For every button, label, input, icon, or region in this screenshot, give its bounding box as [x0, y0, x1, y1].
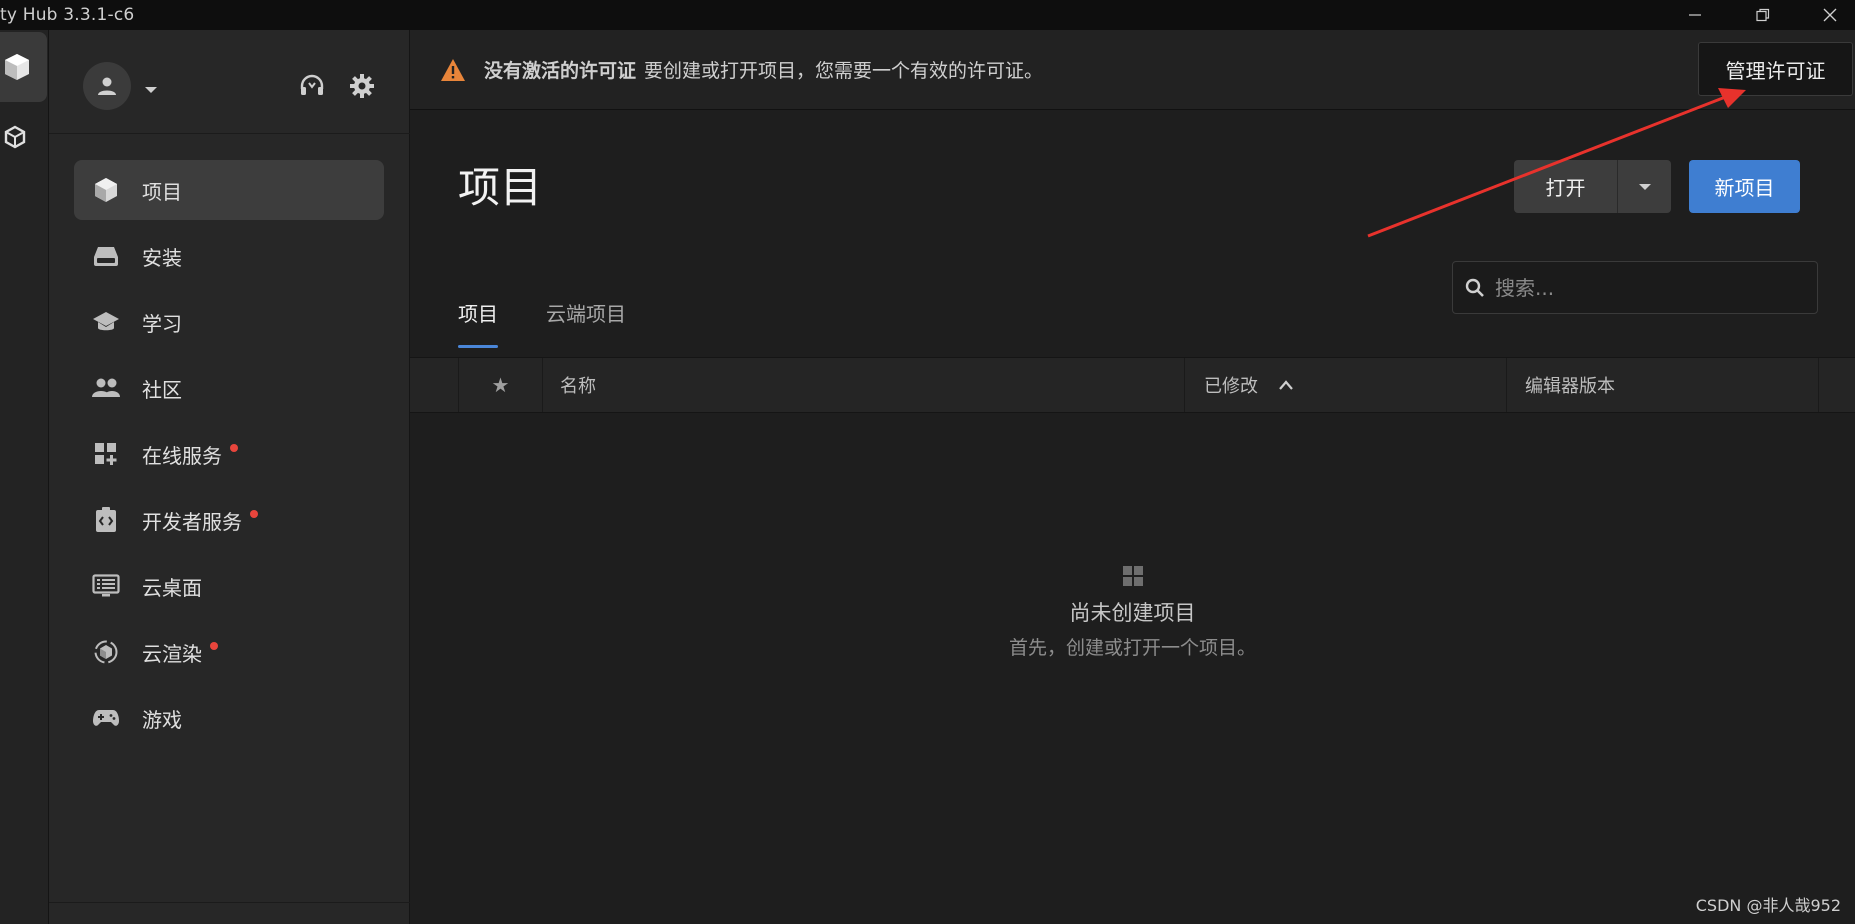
sort-ascending-icon — [1279, 380, 1293, 390]
app-rail — [0, 30, 49, 924]
new-project-button[interactable]: 新项目 — [1689, 160, 1800, 213]
page-title: 项目 — [458, 163, 543, 212]
sidebar-footer — [49, 902, 410, 924]
widgets-add-icon — [92, 440, 120, 468]
favorite-column-header[interactable]: ★ — [459, 358, 543, 412]
close-icon — [1823, 8, 1837, 22]
grid-icon — [410, 565, 1855, 587]
restore-icon — [1756, 8, 1770, 22]
editor-version-column-header[interactable]: 编辑器版本 — [1507, 358, 1819, 412]
code-badge-icon — [92, 506, 120, 534]
sidebar-item-label: 开发者服务 — [142, 509, 242, 534]
user-icon — [98, 77, 116, 95]
open-button[interactable]: 打开 — [1514, 160, 1617, 213]
license-banner: 没有激活的许可证 要创建或打开项目，您需要一个有效的许可证。 管理许可证 — [410, 30, 1855, 110]
settings-button[interactable] — [344, 68, 380, 104]
project-tabs: 项目 云端项目 — [458, 298, 674, 348]
watermark: CSDN @非人哉952 — [1695, 896, 1841, 915]
sidebar-item-community[interactable]: 社区 — [74, 358, 384, 418]
cloud-render-icon — [92, 638, 120, 666]
sidebar-item-learn[interactable]: 学习 — [74, 292, 384, 352]
window-title: ty Hub 3.3.1-c6 — [0, 5, 135, 25]
empty-state: 尚未创建项目 首先，创建或打开一个项目。 — [410, 565, 1855, 660]
tab-cloud-projects[interactable]: 云端项目 — [546, 298, 626, 338]
sidebar-item-games[interactable]: 游戏 — [74, 688, 384, 748]
sidebar-item-cloud-desktop[interactable]: 云桌面 — [74, 556, 384, 616]
sidebar-item-label: 游戏 — [142, 707, 182, 732]
empty-title: 尚未创建项目 — [1069, 601, 1196, 625]
monitor-list-icon — [92, 572, 120, 600]
notification-dot — [210, 642, 218, 650]
sidebar-item-online-services[interactable]: 在线服务 — [74, 424, 384, 484]
title-bar: ty Hub 3.3.1-c6 — [0, 0, 1855, 30]
banner-title: 没有激活的许可证 — [484, 60, 637, 82]
gear-icon — [350, 74, 374, 98]
open-dropdown-button[interactable] — [1617, 160, 1671, 213]
boxes-icon — [4, 125, 25, 149]
close-button[interactable] — [1800, 0, 1855, 30]
sidebar-item-label: 云桌面 — [142, 575, 202, 600]
notification-dot — [250, 510, 258, 518]
headset-icon — [300, 74, 324, 95]
cube-icon — [4, 54, 29, 80]
sidebar-item-label: 云渲染 — [142, 641, 202, 666]
sidebar-item-installs[interactable]: 安装 — [74, 226, 384, 286]
cube-icon — [92, 176, 120, 204]
sidebar: 项目 安装 学习 社区 在线服务 开发者服务 云桌面 云渲染 游戏 — [49, 30, 410, 924]
drive-icon — [92, 242, 120, 270]
modified-column-label: 已修改 — [1204, 376, 1258, 397]
restore-button[interactable] — [1733, 0, 1793, 30]
search-box — [1452, 261, 1818, 314]
manage-license-button[interactable]: 管理许可证 — [1698, 42, 1853, 96]
sidebar-header — [49, 30, 410, 134]
sidebar-item-developer-services[interactable]: 开发者服务 — [74, 490, 384, 550]
sidebar-item-label: 项目 — [142, 179, 182, 204]
name-column-header[interactable]: 名称 — [543, 358, 1185, 412]
search-icon — [1465, 278, 1484, 297]
select-column-header — [410, 358, 459, 412]
modified-column-header[interactable]: 已修改 — [1185, 358, 1507, 412]
banner-text: 要创建或打开项目，您需要一个有效的许可证。 — [644, 60, 1044, 82]
main-panel: 没有激活的许可证 要创建或打开项目，您需要一个有效的许可证。 管理许可证 项目 … — [410, 30, 1855, 924]
sidebar-item-label: 在线服务 — [142, 443, 222, 468]
rail-hub-button[interactable] — [0, 32, 47, 102]
tab-projects[interactable]: 项目 — [458, 298, 498, 348]
people-icon — [92, 374, 120, 402]
avatar[interactable] — [83, 62, 131, 110]
graduation-cap-icon — [92, 308, 120, 336]
table-header: ★ 名称 已修改 编辑器版本 — [410, 357, 1855, 413]
minimize-icon — [1689, 14, 1701, 16]
empty-subtitle: 首先，创建或打开一个项目。 — [1008, 637, 1256, 659]
support-button[interactable] — [294, 68, 330, 104]
sidebar-item-projects[interactable]: 项目 — [74, 160, 384, 220]
minimize-button[interactable] — [1665, 0, 1725, 30]
notification-dot — [230, 444, 238, 452]
search-input[interactable] — [1495, 275, 1795, 300]
gamepad-icon — [92, 704, 120, 732]
sidebar-nav: 项目 安装 学习 社区 在线服务 开发者服务 云桌面 云渲染 游戏 — [74, 160, 384, 754]
sidebar-item-cloud-render[interactable]: 云渲染 — [74, 622, 384, 682]
caret-down-icon — [145, 87, 157, 93]
rail-packages-button[interactable] — [0, 108, 47, 168]
account-menu-button[interactable] — [144, 80, 158, 99]
warning-icon — [440, 58, 466, 82]
sidebar-item-label: 社区 — [142, 377, 182, 402]
sidebar-item-label: 学习 — [142, 311, 182, 336]
sidebar-item-label: 安装 — [142, 245, 182, 270]
caret-down-icon — [1638, 183, 1651, 190]
